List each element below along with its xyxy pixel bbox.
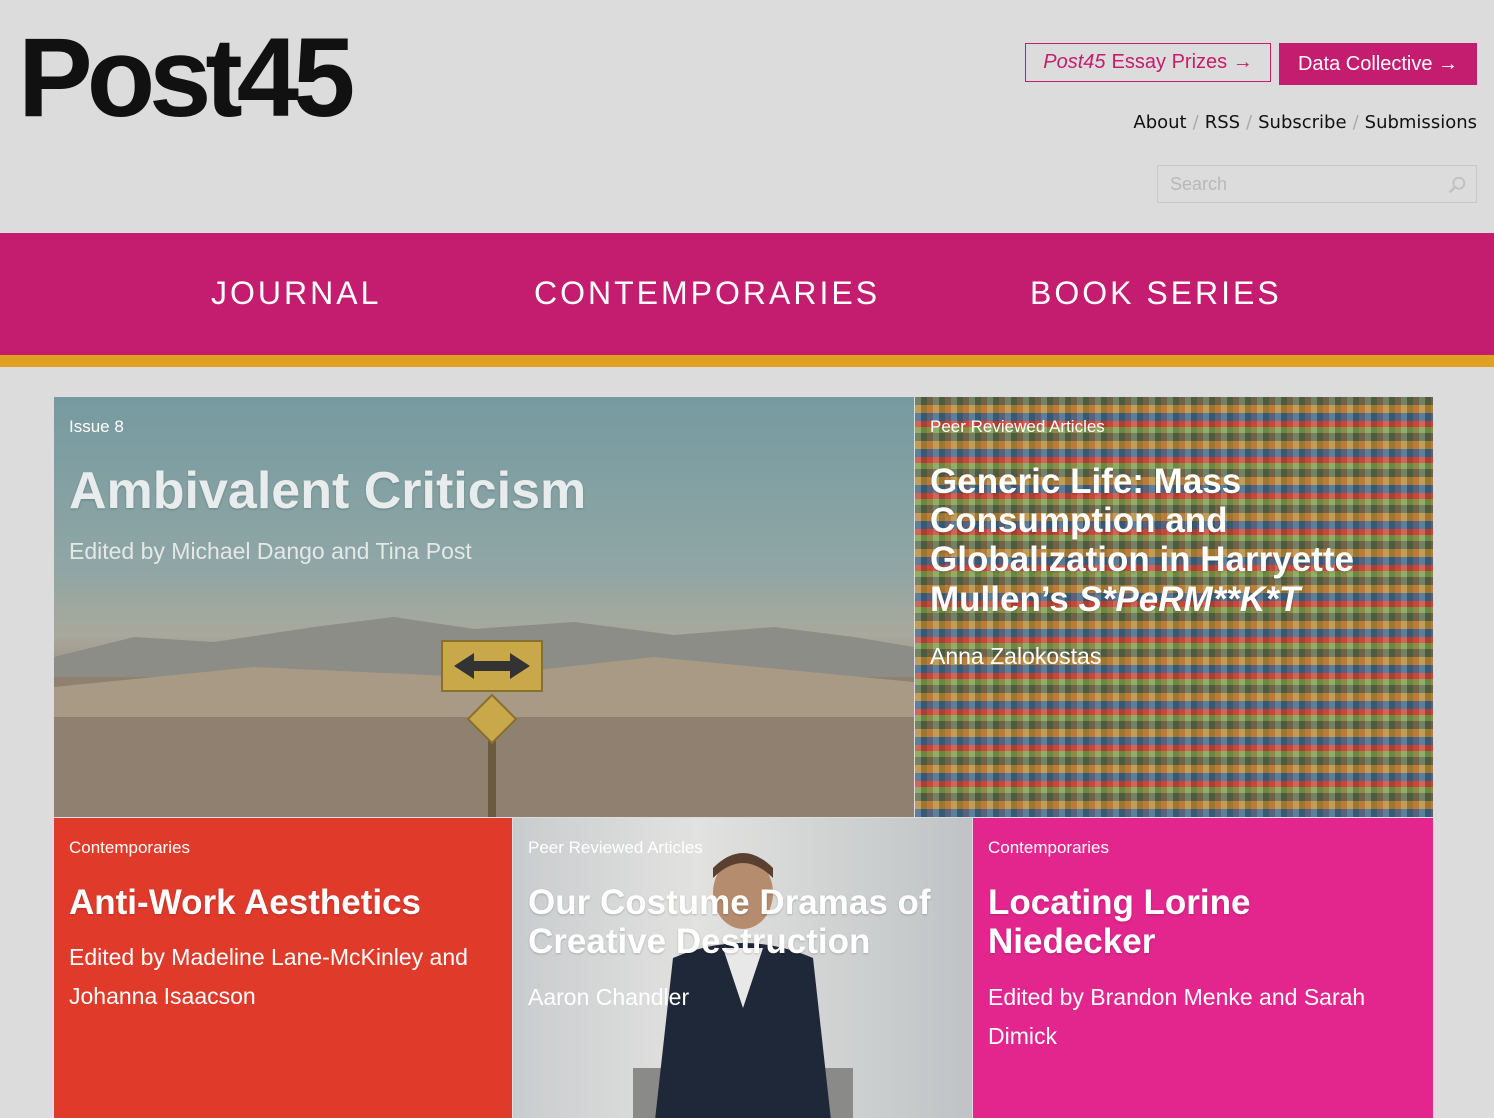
feature-tile-article[interactable]: Peer Reviewed Articles Our Costume Drama… bbox=[513, 818, 972, 1118]
tile-kicker: Peer Reviewed Articles bbox=[930, 417, 1105, 436]
link-separator: / bbox=[1246, 112, 1253, 133]
rss-link[interactable]: RSS bbox=[1205, 112, 1240, 133]
link-separator: / bbox=[1192, 112, 1199, 133]
feature-tile-issue[interactable]: Issue 8 Ambivalent Criticism Edited by M… bbox=[54, 397, 914, 817]
tile-kicker: Issue 8 bbox=[69, 417, 124, 436]
tile-kicker: Contemporaries bbox=[988, 838, 1109, 857]
tile-title-italic: S*PeRM**K*T bbox=[1078, 579, 1301, 619]
data-collective-button[interactable]: Data Collective → bbox=[1279, 43, 1477, 85]
nav-contemporaries[interactable]: CONTEMPORARIES bbox=[534, 275, 880, 312]
tile-title[interactable]: Locating Lorine Niedecker bbox=[988, 883, 1408, 961]
search-box bbox=[1157, 165, 1477, 203]
tile-byline: Aaron Chandler bbox=[528, 984, 690, 1010]
site-logo[interactable]: Post45 bbox=[18, 22, 355, 134]
subscribe-link[interactable]: Subscribe bbox=[1258, 112, 1346, 133]
tile-byline: Edited by Michael Dango and Tina Post bbox=[69, 538, 472, 564]
essay-prizes-button[interactable]: Post45 Essay Prizes → bbox=[1025, 43, 1271, 82]
nav-book-series[interactable]: BOOK SERIES bbox=[1030, 275, 1282, 312]
main-nav: JOURNAL CONTEMPORARIES BOOK SERIES bbox=[0, 233, 1494, 367]
tile-byline: Edited by Brandon Menke and Sarah Dimick bbox=[988, 984, 1366, 1050]
tile-title[interactable]: Ambivalent Criticism bbox=[69, 462, 586, 520]
tile-kicker: Contemporaries bbox=[69, 838, 190, 857]
submissions-link[interactable]: Submissions bbox=[1365, 112, 1477, 133]
tile-byline: Anna Zalokostas bbox=[930, 643, 1102, 669]
tile-title[interactable]: Generic Life: Mass Consumption and Globa… bbox=[930, 462, 1410, 619]
tile-title[interactable]: Anti-Work Aesthetics bbox=[69, 883, 421, 922]
prize-button-italic: Post45 bbox=[1043, 51, 1106, 73]
feature-tile-contemporaries[interactable]: Contemporaries Locating Lorine Niedecker… bbox=[973, 818, 1433, 1118]
double-arrow-sign-image bbox=[441, 640, 543, 817]
tile-kicker: Peer Reviewed Articles bbox=[528, 838, 703, 857]
feature-tile-article[interactable]: Peer Reviewed Articles Generic Life: Mas… bbox=[915, 397, 1433, 817]
search-input[interactable] bbox=[1158, 166, 1452, 202]
nav-journal[interactable]: JOURNAL bbox=[211, 275, 381, 312]
tile-title[interactable]: Our Costume Dramas of Creative Destructi… bbox=[528, 883, 958, 961]
search-icon[interactable] bbox=[1446, 174, 1468, 196]
about-link[interactable]: About bbox=[1133, 112, 1186, 133]
top-links: About / RSS / Subscribe / Submissions bbox=[1133, 112, 1477, 133]
prize-button-label: Essay Prizes → bbox=[1111, 51, 1253, 73]
link-separator: / bbox=[1352, 112, 1359, 133]
tile-byline: Edited by Madeline Lane-McKinley and Joh… bbox=[69, 944, 468, 1010]
feature-tile-contemporaries[interactable]: Contemporaries Anti-Work Aesthetics Edit… bbox=[54, 818, 512, 1118]
